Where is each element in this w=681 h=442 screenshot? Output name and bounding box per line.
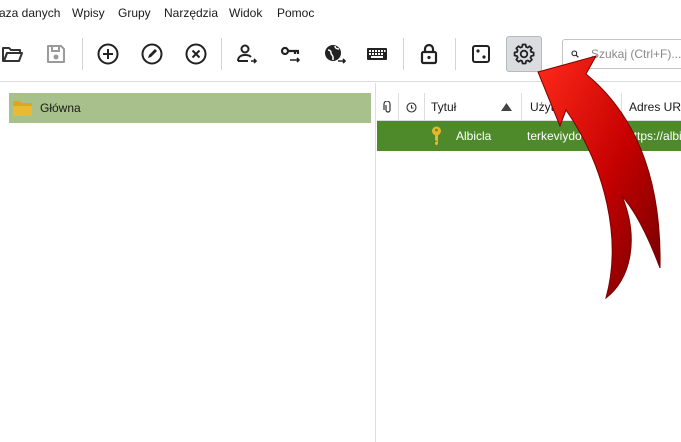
menu-help[interactable]: Pomoc — [277, 6, 314, 20]
toolbar-separator — [82, 38, 83, 70]
column-header-title[interactable]: Tytuł — [425, 93, 522, 121]
key-icon — [431, 121, 447, 151]
table-row[interactable]: Albicla terkeviydo@biy... https://albicl… — [377, 121, 681, 151]
user-arrow-icon — [237, 44, 258, 64]
folder-open-icon — [2, 47, 23, 62]
group-item-label: Główna — [40, 101, 81, 115]
search-input[interactable] — [591, 47, 681, 61]
column-header-url[interactable]: Adres URL — [622, 93, 681, 121]
entry-username-cell: terkeviydo@biy... — [527, 129, 619, 143]
edit-entry-button[interactable] — [134, 36, 170, 72]
entry-url-cell: https://albicla — [627, 129, 681, 143]
menu-groups[interactable]: Grupy — [118, 6, 151, 20]
lock-icon — [420, 43, 438, 65]
search-box[interactable] — [562, 39, 681, 69]
menu-entries[interactable]: Wpisy — [72, 6, 105, 20]
folder-icon — [13, 100, 32, 116]
dice-icon — [472, 45, 490, 63]
toolbar-separator — [403, 38, 404, 70]
open-url-button[interactable] — [317, 36, 353, 72]
save-icon — [47, 45, 65, 63]
group-tree: Główna — [0, 83, 376, 442]
menu-view[interactable]: Widok — [229, 6, 262, 20]
save-database-button[interactable] — [38, 36, 74, 72]
globe-arrow-icon — [325, 45, 347, 64]
plus-circle-icon — [97, 43, 119, 65]
menu-tools[interactable]: Narzędzia — [164, 6, 218, 20]
gear-icon — [513, 43, 535, 65]
column-header-expiry[interactable] — [399, 93, 425, 121]
search-icon — [571, 50, 579, 58]
keyboard-icon — [367, 48, 387, 60]
delete-entry-button[interactable] — [178, 36, 214, 72]
column-header-username[interactable]: Użytkownik — [522, 93, 622, 121]
add-entry-button[interactable] — [90, 36, 126, 72]
pencil-circle-icon — [141, 43, 163, 65]
toolbar-separator — [221, 38, 222, 70]
column-header-url-label: Adres URL — [629, 100, 681, 114]
entry-table: Tytuł Użytkownik Adres URL Albicla terke… — [377, 83, 681, 442]
password-generator-button[interactable] — [463, 36, 499, 72]
sort-ascending-icon — [501, 103, 512, 111]
key-arrow-icon — [280, 46, 301, 63]
menu-bar: aza danych Wpisy Grupy Narzędzia Widok P… — [0, 0, 681, 26]
menu-database[interactable]: aza danych — [0, 6, 60, 20]
toolbar-separator — [455, 38, 456, 70]
table-header: Tytuł Użytkownik Adres URL — [377, 93, 681, 121]
clock-icon — [406, 101, 417, 113]
column-header-attachment[interactable] — [377, 93, 399, 121]
entry-title-cell: Albicla — [456, 129, 492, 143]
copy-password-button[interactable] — [273, 36, 309, 72]
open-database-button[interactable] — [0, 36, 30, 72]
column-header-title-label: Tytuł — [431, 100, 457, 114]
column-header-username-label: Użytkownik — [530, 100, 591, 114]
settings-button[interactable] — [506, 36, 542, 72]
x-circle-icon — [185, 43, 207, 65]
paperclip-icon — [382, 100, 391, 113]
lock-database-button[interactable] — [411, 36, 447, 72]
copy-username-button[interactable] — [229, 36, 265, 72]
group-item-root[interactable]: Główna — [9, 93, 371, 123]
toolbar — [0, 26, 681, 82]
autotype-button[interactable] — [359, 36, 395, 72]
